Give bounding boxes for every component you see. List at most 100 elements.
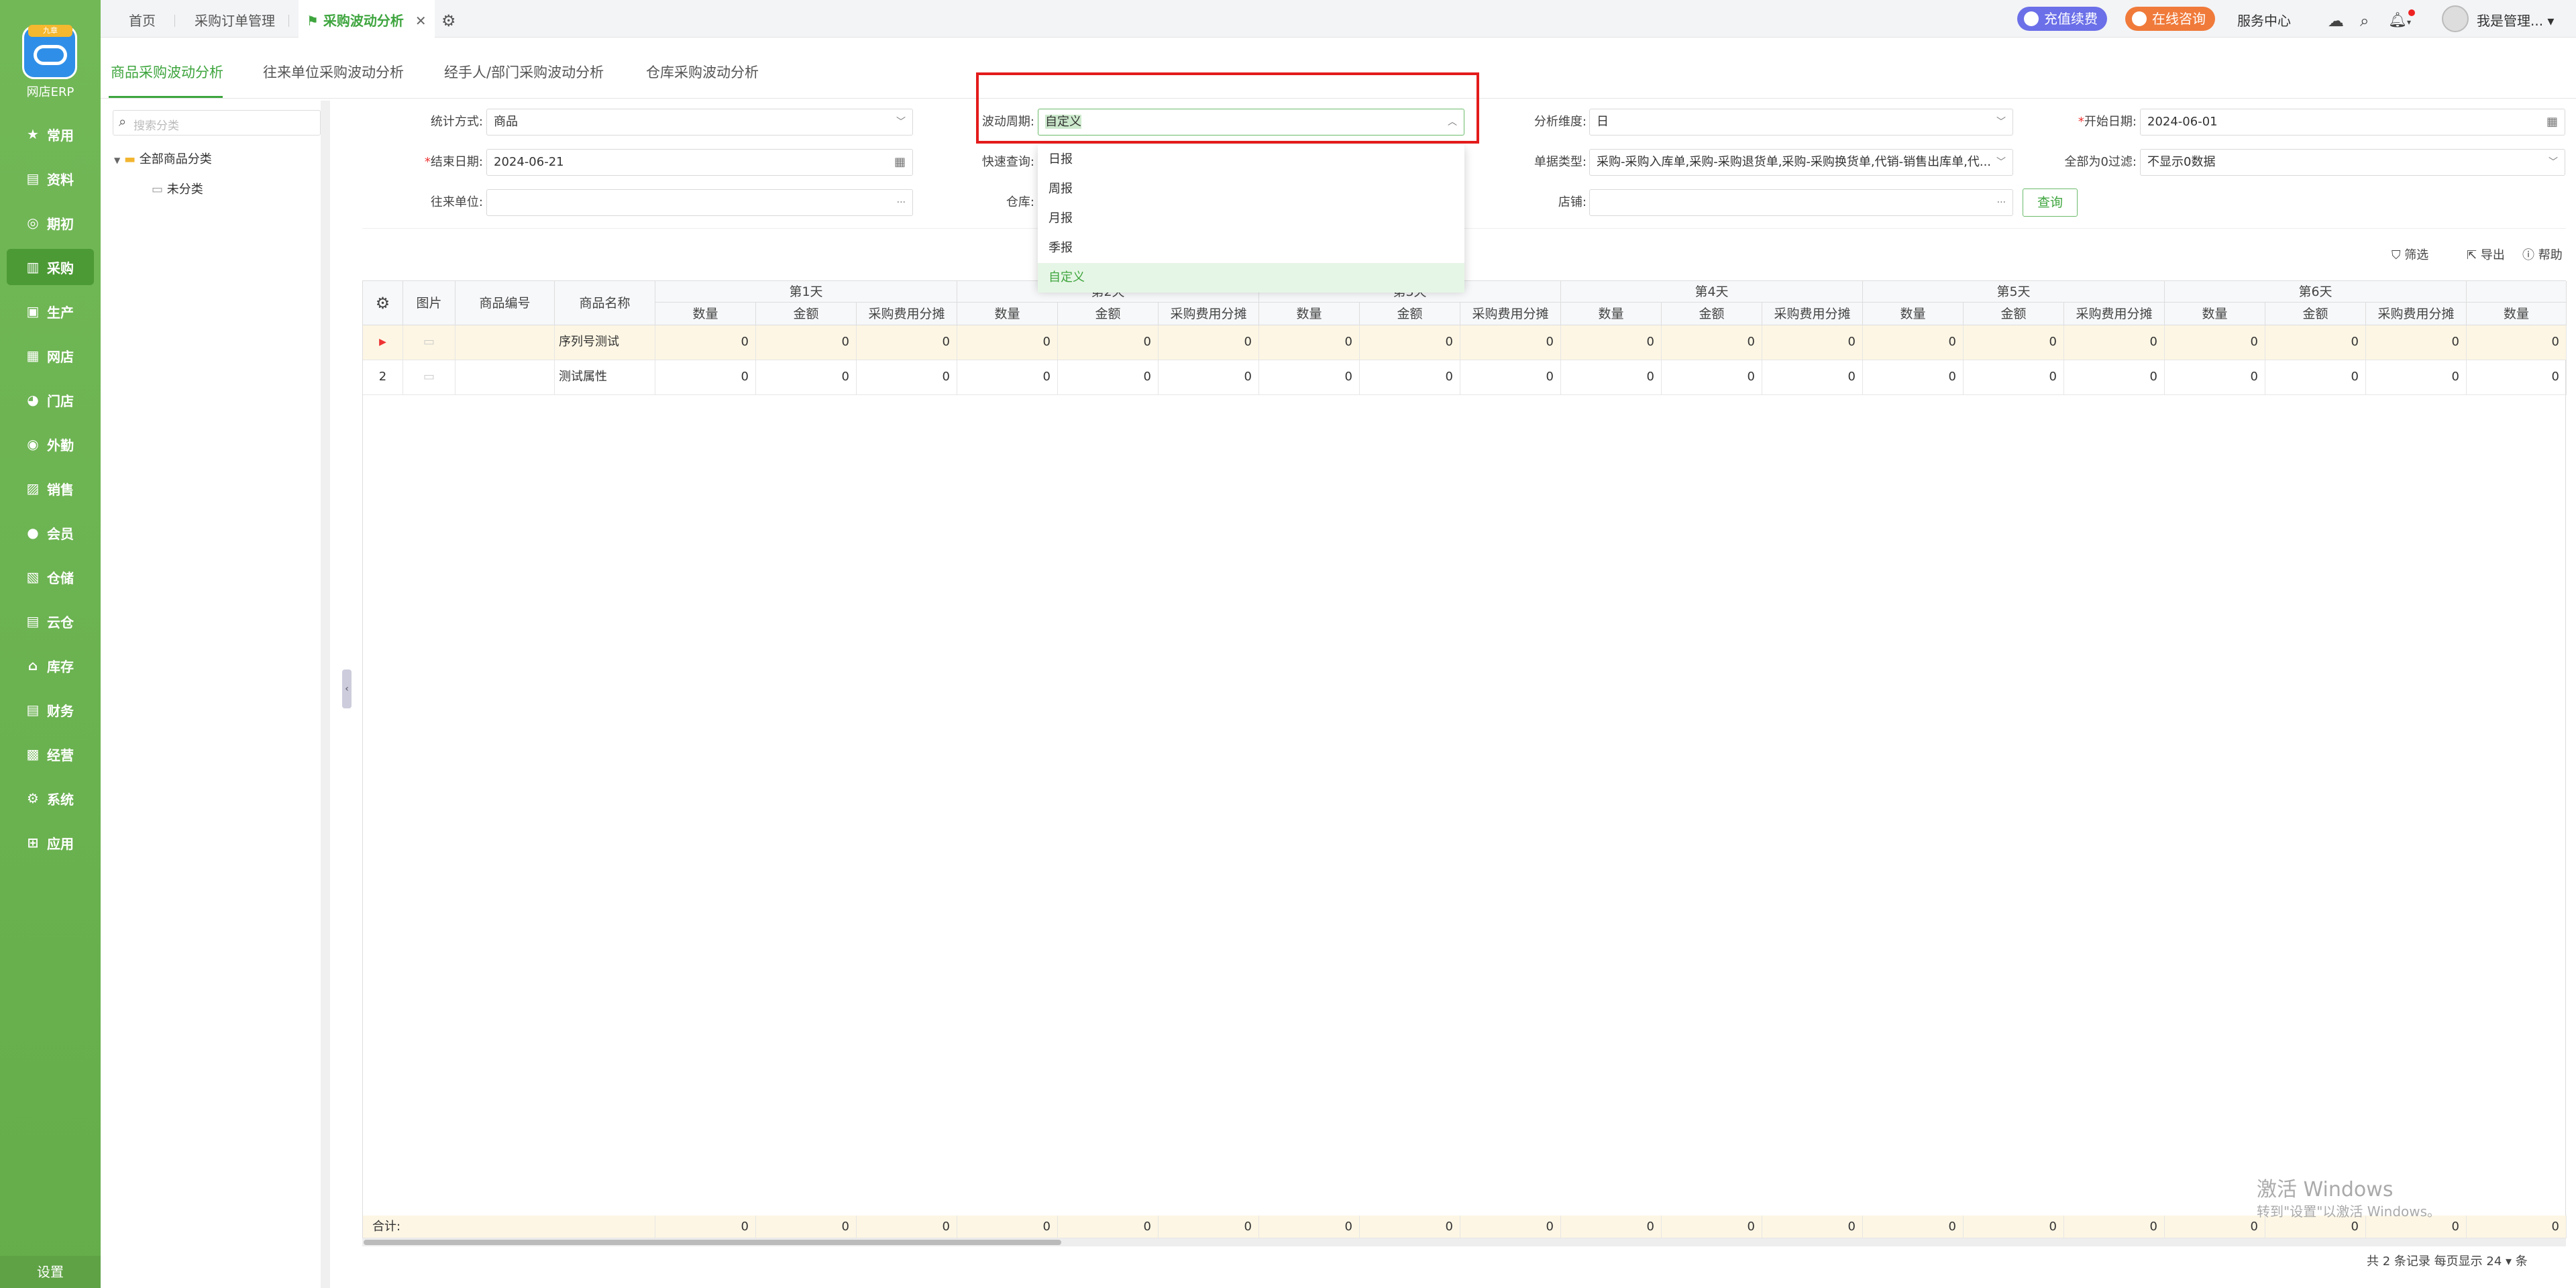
partner-input[interactable]: ··· <box>486 189 913 216</box>
sidebar-item[interactable]: ▣ 生产 <box>0 293 101 329</box>
column-sub-header[interactable]: 采购费用分摊 <box>1460 303 1561 325</box>
sidebar-item-label: 资料 <box>47 171 74 188</box>
sidebar-item[interactable]: ⊞ 应用 <box>0 824 101 861</box>
user-menu[interactable]: 我是管理... ▾ <box>2477 0 2554 38</box>
per-page-select[interactable]: 24 ▾ <box>2486 1254 2512 1269</box>
sidebar-item[interactable]: ▦ 网店 <box>0 337 101 374</box>
zero-filter-label: 全部为0过滤: <box>2064 155 2137 169</box>
chat-icon <box>2132 11 2147 26</box>
tree-node-uncategorized[interactable]: ▭ 未分类 <box>152 180 203 197</box>
value-cell: 0 <box>1360 325 1460 360</box>
column-sub-header[interactable]: 采购费用分摊 <box>857 303 957 325</box>
subtab-handler[interactable]: 经手人/部门采购波动分析 <box>444 62 604 82</box>
option-weekly[interactable]: 周报 <box>1038 174 1464 204</box>
cloud-icon[interactable]: ☁ <box>2328 0 2344 38</box>
sidebar-item[interactable]: ⚙ 系统 <box>0 780 101 816</box>
sidebar-item[interactable]: ▤ 资料 <box>0 160 101 197</box>
column-sub-header[interactable]: 采购费用分摊 <box>1159 303 1259 325</box>
category-search-input[interactable]: ⌕ 搜索分类 <box>113 110 321 136</box>
value-cell: 0 <box>1662 360 1762 395</box>
doctype-select[interactable]: 采购-采购入库单,采购-采购退货单,采购-采购换货单,代销-销售出库单,代...… <box>1589 149 2013 176</box>
tree-scrollbar[interactable] <box>321 101 330 1288</box>
sidebar-item-label: 网店 <box>47 348 74 365</box>
tree-node-root[interactable]: ▼ ▬ 全部商品分类 <box>114 150 212 167</box>
settings-button[interactable]: 设置 <box>0 1256 101 1288</box>
column-sub-header[interactable]: 数量 <box>957 303 1058 325</box>
store-input[interactable]: ··· <box>1589 189 2013 216</box>
subtab-partner[interactable]: 往来单位采购波动分析 <box>263 62 404 82</box>
option-daily[interactable]: 日报 <box>1038 145 1464 174</box>
column-sub-header[interactable]: 采购费用分摊 <box>2366 303 2467 325</box>
column-sub-header[interactable]: 金额 <box>1662 303 1762 325</box>
column-sub-header[interactable]: 金额 <box>756 303 857 325</box>
top-bar: 首页 采购订单管理 ⚑ 采购波动分析 ✕ ⚙ 充值续费 在线咨询 服务中心 ☁ … <box>101 0 2576 38</box>
column-settings-icon[interactable]: ⚙ <box>363 281 403 325</box>
column-sub-header[interactable]: 金额 <box>1058 303 1159 325</box>
column-name[interactable]: 商品名称 <box>555 281 655 325</box>
bell-icon[interactable]: 🔔︎▾ <box>2388 0 2411 38</box>
column-sub-header[interactable]: 数量 <box>1863 303 1964 325</box>
warehouse-label: 仓库: <box>1006 195 1034 209</box>
sidebar-item[interactable]: ▤ 财务 <box>0 692 101 728</box>
sidebar-item[interactable]: ● 会员 <box>0 515 101 551</box>
sidebar-item[interactable]: ▤ 云仓 <box>0 603 101 639</box>
sidebar-item[interactable]: ◉ 外勤 <box>0 426 101 462</box>
stat-method-select[interactable]: 商品 ﹀ <box>486 109 913 136</box>
recharge-label: 充值续费 <box>2044 11 2098 27</box>
sidebar-item[interactable]: ★ 常用 <box>0 116 101 152</box>
recharge-button[interactable]: 充值续费 <box>2017 7 2107 31</box>
column-sub-header[interactable]: 数量 <box>2467 303 2567 325</box>
column-code[interactable]: 商品编号 <box>455 281 555 325</box>
calendar-icon[interactable]: ▦ <box>2546 109 2558 135</box>
column-sub-header[interactable]: 金额 <box>1360 303 1460 325</box>
sidebar-item[interactable]: ◎ 期初 <box>0 205 101 241</box>
filter-button[interactable]: ⛉ 筛选 <box>2392 246 2428 263</box>
tab-home[interactable]: 首页 <box>129 0 156 38</box>
app-logo[interactable]: 九章 <box>22 25 77 79</box>
zero-filter-select[interactable]: 不显示0数据 ﹀ <box>2140 149 2565 176</box>
column-sub-header[interactable]: 数量 <box>655 303 756 325</box>
sidebar-item[interactable]: ▨ 销售 <box>0 470 101 506</box>
end-date-input[interactable]: 2024-06-21 ▦ <box>486 149 913 176</box>
tab-purchase-order[interactable]: 采购订单管理 <box>195 0 275 38</box>
sidebar-item[interactable]: ▩ 经营 <box>0 736 101 772</box>
collapse-panel-handle[interactable]: ‹ <box>342 669 352 708</box>
avatar[interactable] <box>2442 5 2469 32</box>
product-name-cell[interactable]: 序列号测试 <box>555 325 655 360</box>
subtab-warehouse[interactable]: 仓库采购波动分析 <box>646 62 759 82</box>
tab-purchase-fluctuation[interactable]: ⚑ 采购波动分析 ✕ <box>299 0 435 38</box>
scrollbar-thumb[interactable] <box>364 1240 1061 1245</box>
subtab-product[interactable]: 商品采购波动分析 <box>111 62 223 82</box>
column-sub-header[interactable]: 金额 <box>1964 303 2064 325</box>
column-sub-header[interactable]: 数量 <box>1561 303 1662 325</box>
caret-down-icon[interactable]: ▼ <box>114 156 120 165</box>
consult-button[interactable]: 在线咨询 <box>2125 7 2215 31</box>
query-button[interactable]: 查询 <box>2023 189 2078 217</box>
service-center-link[interactable]: 服务中心 <box>2237 0 2291 38</box>
column-sub-header[interactable]: 数量 <box>1259 303 1360 325</box>
column-image[interactable]: 图片 <box>403 281 455 325</box>
column-sub-header[interactable]: 数量 <box>2165 303 2265 325</box>
more-icon[interactable]: ··· <box>1997 190 2006 215</box>
column-sub-header[interactable]: 采购费用分摊 <box>2064 303 2165 325</box>
column-sub-header[interactable]: 采购费用分摊 <box>1762 303 1863 325</box>
sidebar-item[interactable]: ▥ 采购 <box>7 249 94 285</box>
column-group-day: 第4天 <box>1561 281 1863 303</box>
sidebar-item[interactable]: ▧ 仓储 <box>0 559 101 595</box>
sidebar-item[interactable]: ◕ 门店 <box>0 382 101 418</box>
search-icon[interactable]: ⌕ <box>2360 0 2369 38</box>
gear-icon[interactable]: ⚙ <box>441 0 456 38</box>
dim-select[interactable]: 日 ﹀ <box>1589 109 2013 136</box>
option-custom[interactable]: 自定义 <box>1038 263 1464 292</box>
sidebar-item-label: 系统 <box>47 791 74 808</box>
total-value-cell: 0 <box>655 1216 756 1238</box>
column-sub-header[interactable]: 金额 <box>2265 303 2366 325</box>
option-monthly[interactable]: 月报 <box>1038 204 1464 233</box>
product-name-cell[interactable]: 测试属性 <box>555 360 655 395</box>
close-icon[interactable]: ✕ <box>415 13 427 29</box>
export-button[interactable]: ⇱ 导出 <box>2467 246 2505 263</box>
help-button[interactable]: ⓘ 帮助 <box>2522 246 2563 263</box>
option-quarterly[interactable]: 季报 <box>1038 233 1464 263</box>
start-date-input[interactable]: 2024-06-01 ▦ <box>2140 109 2565 136</box>
sidebar-item[interactable]: ⌂ 库存 <box>0 647 101 684</box>
